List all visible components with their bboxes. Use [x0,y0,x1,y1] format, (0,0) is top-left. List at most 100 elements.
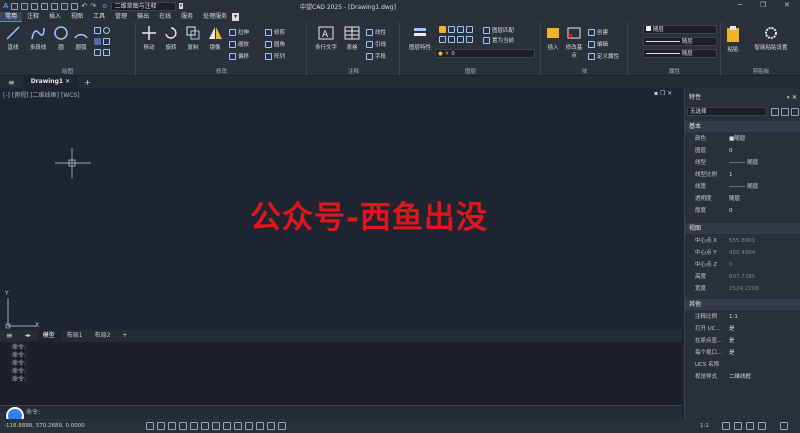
undo-icon[interactable]: ↶ [81,2,87,10]
trim-tool[interactable]: 修剪 [265,28,285,36]
property-row-view[interactable]: 中心点 Y 450.4994 [685,248,800,258]
layer-tools-icons[interactable] [439,36,473,43]
save-as-icon[interactable] [41,2,49,10]
customize-dropdown-icon[interactable]: ▾ [178,3,184,9]
copy-tool[interactable]: 复制 [183,25,203,51]
menu-hamburger-icon[interactable]: ≡ [0,78,15,87]
property-row-misc[interactable]: 打开 UC... 是 [685,324,800,334]
add-layout-button[interactable]: + [116,330,133,342]
grid-icon[interactable] [146,422,154,430]
tab-close-icon[interactable]: ✕ [65,78,70,85]
scale-tool[interactable]: 缩放 [229,40,249,48]
redo-icon[interactable]: ↷ [90,2,96,10]
layer-match-tool[interactable]: 图层匹配 [483,26,514,34]
mtext-tool[interactable]: A 多行文字 [312,25,340,51]
property-row-basic[interactable]: 厚度 0 [685,206,800,216]
tab-layout1[interactable]: 布局1 [61,330,89,342]
menu-tools[interactable]: 工具 [88,12,110,22]
workspace-icon[interactable] [722,422,730,430]
customize-status-icon[interactable] [780,422,788,430]
menu-online[interactable]: 在线 [154,12,176,22]
annotation-scale[interactable]: 1:1 [700,423,709,429]
close-icon[interactable]: ✕ [784,1,790,9]
paste-tool[interactable]: 粘贴 [724,25,742,53]
print-icon[interactable] [51,2,59,10]
hatch-icon[interactable] [94,38,110,45]
property-row-view[interactable]: 高度 607.7385 [685,272,800,282]
spline-icon[interactable] [94,49,110,56]
save-icon[interactable] [31,2,39,10]
basic-section-header[interactable]: 基本 [685,121,800,132]
maximize-icon[interactable]: ❐ [760,1,766,9]
polar-icon[interactable] [179,422,187,430]
lineweight-icon[interactable] [234,422,242,430]
workspace-switcher[interactable]: ⚙ 二维草图与注释 ▾ [102,1,184,11]
menu-more-icon[interactable]: ▾ [232,13,240,21]
selection-dropdown[interactable]: 无选择 [687,107,767,116]
line-tool[interactable]: 直线 [2,25,24,51]
stretch-tool[interactable]: 拉伸 [229,28,249,36]
menu-services[interactable]: 服务 [176,12,198,22]
select-objects-icon[interactable] [781,108,789,116]
lineweight-dropdown[interactable]: 随层 [643,49,717,58]
linear-dim-tool[interactable]: 线性 [366,28,386,36]
view-section-header[interactable]: 视图 [685,223,800,234]
layout-nav-icon[interactable]: ◂▸ [19,330,37,342]
property-row-basic[interactable]: 图层 0 [685,146,800,156]
set-current-tool[interactable]: 置为当前 [483,36,514,44]
minimize-icon[interactable]: ─ [738,1,742,9]
transparency-icon[interactable] [245,422,253,430]
property-row-misc[interactable]: 在原点显... 是 [685,336,800,346]
isolate-icon[interactable] [278,422,286,430]
new-tab-icon[interactable]: + [78,78,91,87]
quick-select-icon[interactable] [771,108,779,116]
property-row-basic[interactable]: 线型 ——— 随层 [685,158,800,168]
hardware-accel-icon[interactable] [746,422,754,430]
property-row-misc[interactable]: 视觉样式 二维线框 [685,372,800,382]
pickadd-icon[interactable] [791,108,799,116]
tab-drawing1[interactable]: Drawing1 ✕ [22,76,79,88]
command-line-input[interactable]: 命令: [0,405,682,419]
copy-icon[interactable] [71,2,79,10]
field-tool[interactable]: 字段 [366,52,386,60]
app-logo-icon[interactable]: A [3,2,8,10]
layer-properties-tool[interactable]: 图层特性 [405,25,435,51]
lock-icon[interactable] [734,422,742,430]
clean-screen-icon[interactable] [758,422,766,430]
table-tool[interactable]: 表格 [342,25,362,51]
modify-base-tool[interactable]: 修改基点 [564,25,584,59]
property-row-view[interactable]: 中心点 Z 0 [685,260,800,270]
offset-tool[interactable]: 偏移 [229,52,249,60]
property-row-misc[interactable]: UCS 名称 [685,360,800,370]
property-row-view[interactable]: 宽度 2524.2208 [685,284,800,294]
layer-dropdown[interactable]: ● ☀ 0 [435,49,535,58]
array-tool[interactable]: 阵列 [265,52,285,60]
menu-insert[interactable]: 插入 [44,12,66,22]
misc-section-header[interactable]: 其他 [685,299,800,310]
define-attribute-tool[interactable]: 定义属性 [588,52,619,60]
fillet-tool[interactable]: 圆角 [265,40,285,48]
circle-tool[interactable]: 圆 [52,25,70,51]
linetype-dropdown[interactable]: 随层 [643,37,717,46]
color-dropdown[interactable]: 随层 [643,25,717,34]
palette-close-icon[interactable]: » ✕ [786,92,797,103]
viewport-controls-icon[interactable]: ▪ ❐ ✕ [654,90,672,97]
move-tool[interactable]: 移动 [139,25,159,51]
otrack-icon[interactable] [201,422,209,430]
workspace-select[interactable]: 二维草图与注释 [110,1,176,11]
match-properties-icon[interactable] [632,27,639,34]
mirror-tool[interactable]: 镜像 [205,25,225,51]
viewport-label[interactable]: [-] [俯视] [二维线框] [WCS] [3,90,80,99]
annotation-monitor-icon[interactable] [267,422,275,430]
leader-tool[interactable]: 引线 [366,40,386,48]
property-row-misc[interactable]: 每个视口... 是 [685,348,800,358]
snap-icon[interactable] [157,422,165,430]
rectangle-icon[interactable] [94,27,110,34]
selection-cycling-icon[interactable] [256,422,264,430]
dynamic-input-icon[interactable] [223,422,231,430]
new-file-icon[interactable] [11,2,19,10]
menu-output[interactable]: 输出 [132,12,154,22]
plot-icon[interactable] [61,2,69,10]
property-row-basic[interactable]: 线宽 ——— 随层 [685,182,800,192]
arc-tool[interactable]: 圆弧 [72,25,90,51]
